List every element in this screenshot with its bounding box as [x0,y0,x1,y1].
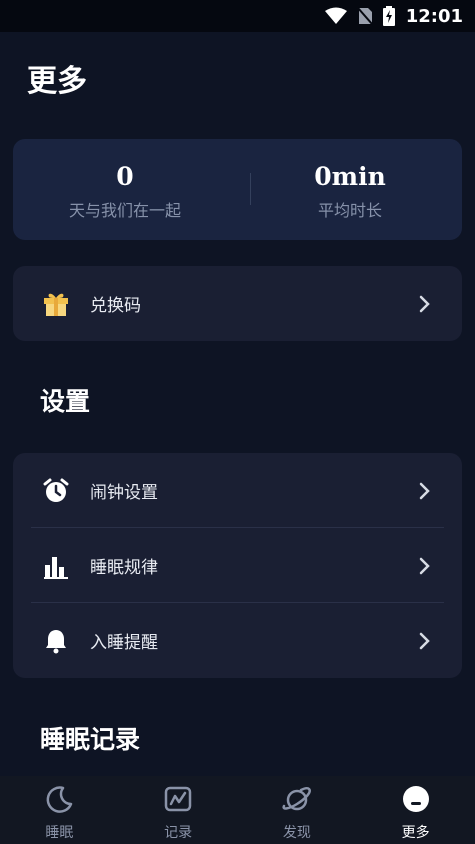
days-together-label: 天与我们在一起 [68,201,181,220]
gift-icon [41,289,71,319]
bell-icon [41,626,71,656]
alarm-clock-icon [41,476,71,506]
alarm-settings-item[interactable]: 闹钟设置 [13,453,462,528]
chevron-right-icon [418,632,432,650]
nav-records[interactable]: 记录 [119,776,238,844]
settings-section-title: 设置 [40,387,91,416]
chevron-right-icon [418,557,432,575]
sleep-pattern-item[interactable]: 睡眠规律 [13,528,462,603]
nav-sleep[interactable]: 睡眠 [0,776,119,844]
days-together-value: 0 [116,162,134,191]
nav-discover-label: 发现 [282,825,311,841]
alarm-settings-label: 闹钟设置 [90,483,158,503]
nav-records-label: 记录 [164,825,193,841]
average-duration-stat: 0min 平均时长 [238,161,462,221]
nav-more[interactable]: 更多 [356,776,475,844]
status-bar: 12:01 [0,0,475,32]
bottom-nav: 睡眠 记录 发现 更多 [0,776,475,844]
sleep-reminder-item[interactable]: 入睡提醒 [13,603,462,678]
wifi-icon [325,7,347,25]
chart-screen-icon [162,784,194,816]
redeem-card: 兑换码 [13,266,462,341]
nav-sleep-label: 睡眠 [45,825,74,841]
status-time: 12:01 [405,6,463,27]
sleep-pattern-label: 睡眠规律 [90,558,158,578]
nav-discover[interactable]: 发现 [238,776,357,844]
nav-more-label: 更多 [401,825,430,841]
chevron-right-icon [418,295,432,313]
bar-chart-icon [41,551,71,581]
more-face-icon [400,784,432,816]
stats-card: 0 天与我们在一起 0min 平均时长 [13,139,462,240]
battery-charging-icon [383,6,395,26]
sleep-records-section-title: 睡眠记录 [40,725,141,754]
redeem-code-label: 兑换码 [90,296,141,316]
settings-card: 闹钟设置 睡眠规律 入睡提醒 [13,453,462,678]
planet-icon [281,784,313,816]
average-duration-label: 平均时长 [317,201,382,220]
no-sim-icon [357,7,373,25]
sleep-reminder-label: 入睡提醒 [90,633,158,653]
days-together-stat: 0 天与我们在一起 [13,161,237,221]
chevron-right-icon [418,482,432,500]
page-title: 更多 [27,64,87,99]
redeem-code-item[interactable]: 兑换码 [13,266,462,341]
average-duration-value: 0min [314,162,386,191]
moon-icon [43,784,75,816]
